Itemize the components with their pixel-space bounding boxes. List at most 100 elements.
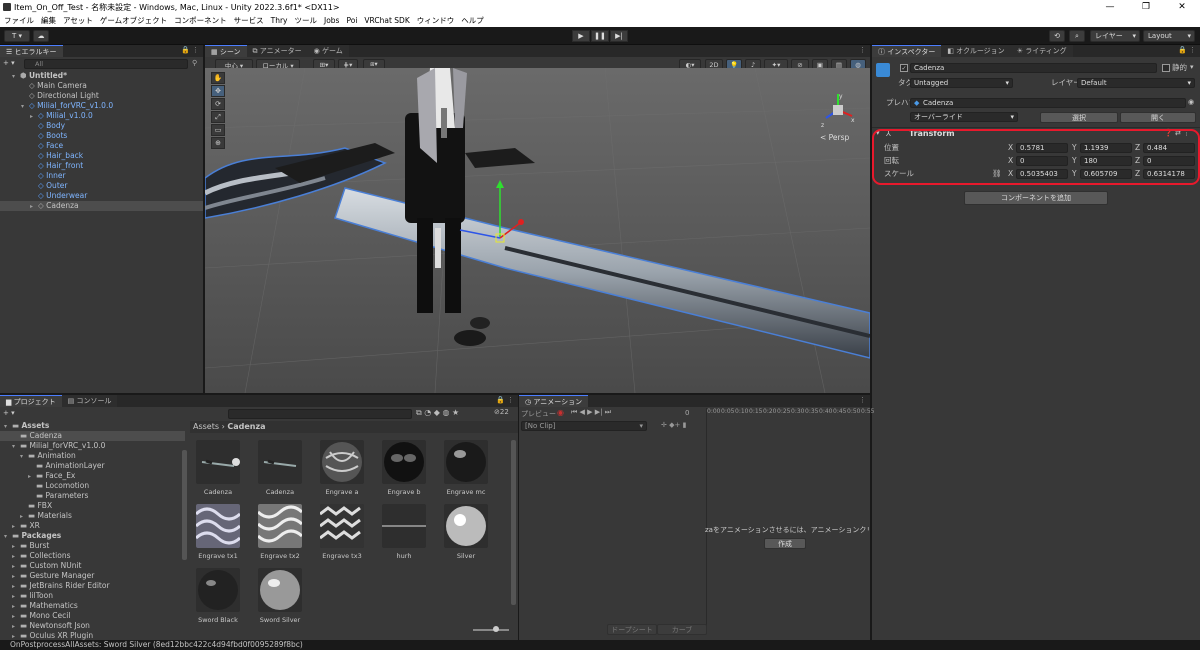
tab-console[interactable]: ▤ コンソール: [61, 395, 118, 407]
object-name-field[interactable]: Cadenza: [910, 63, 1157, 73]
project-tree-item[interactable]: ▾ ▬ Assets: [0, 421, 185, 431]
persp-label[interactable]: < Persp: [820, 133, 849, 142]
project-tree-item[interactable]: ▬ Parameters: [0, 491, 185, 501]
scene-viewport[interactable]: ✋ ✥ ⟳ ⤢ ▭ ⊕ y x z < Persp: [205, 68, 870, 393]
project-tree-item[interactable]: ▸ ▬ Face_Ex: [0, 471, 185, 481]
menu-item-12[interactable]: ヘルプ: [461, 15, 484, 26]
preview-toggle[interactable]: プレビュー: [521, 409, 556, 419]
hierarchy-item[interactable]: ◇ Main Camera: [0, 81, 203, 91]
menu-item-10[interactable]: VRChat SDK: [364, 16, 409, 25]
asset-item[interactable]: Engrave tx3: [314, 504, 370, 560]
hierarchy-item[interactable]: ◇ Inner: [0, 171, 203, 181]
tab-lighting[interactable]: ☀ ライティング: [1010, 45, 1073, 57]
hand-tool-button[interactable]: ✋: [211, 72, 225, 84]
project-tree-item[interactable]: ▸ ▬ Oculus XR Plugin: [0, 631, 185, 640]
asset-item[interactable]: Engrave tx2: [252, 504, 308, 560]
hidden-count[interactable]: ⊘22: [494, 408, 509, 416]
keyframe-buttons[interactable]: ✛ ◆+ ▮: [661, 421, 686, 429]
project-tree-item[interactable]: ▬ FBX: [0, 501, 185, 511]
prefab-target-icon[interactable]: ◉: [1188, 98, 1194, 106]
curves-tab[interactable]: カーブ: [657, 624, 707, 635]
project-tree-item[interactable]: ▸ ▬ lilToon: [0, 591, 185, 601]
tree-scrollbar[interactable]: [182, 450, 187, 560]
zoom-slider[interactable]: [473, 629, 509, 631]
menu-item-4[interactable]: コンポーネント: [174, 15, 227, 26]
hierarchy-add-button[interactable]: + ▾: [3, 59, 15, 67]
zoom-slider-handle[interactable]: [493, 626, 499, 632]
playback-controls[interactable]: ⏮ ◀ ▶ ▶| ⏭: [571, 408, 611, 417]
project-tree-item[interactable]: ▸ ▬ Materials: [0, 511, 185, 521]
search-icon[interactable]: ⌕: [1069, 30, 1085, 42]
hierarchy-item[interactable]: ◇ Directional Light: [0, 91, 203, 101]
close-button[interactable]: ✕: [1164, 0, 1200, 14]
hierarchy-item[interactable]: ◇ Body: [0, 121, 203, 131]
project-tree-item[interactable]: ▾ ▬ Animation: [0, 451, 185, 461]
asset-item[interactable]: hurh: [376, 504, 432, 560]
active-checkbox[interactable]: ✓: [900, 64, 908, 72]
record-button[interactable]: ◉: [557, 408, 564, 417]
panel-menu-icon[interactable]: 🔒 ⋮: [496, 396, 514, 404]
static-dropdown-icon[interactable]: ▾: [1190, 63, 1194, 71]
menu-item-11[interactable]: ウィンドウ: [417, 15, 455, 26]
project-tree-item[interactable]: ▸ ▬ Newtonsoft Json: [0, 621, 185, 631]
cloud-icon[interactable]: ☁: [33, 30, 49, 42]
menu-item-3[interactable]: ゲームオブジェクト: [100, 15, 167, 26]
hierarchy-item[interactable]: ▾ ◇ Milial_forVRC_v1.0.0: [0, 101, 203, 111]
project-tree-item[interactable]: ▬ AnimationLayer: [0, 461, 185, 471]
timeline-ruler[interactable]: 0:00 0:05 0:10 0:15 0:20 0:25 0:30 0:35 0:40 0:45…: [707, 408, 874, 418]
menu-item-0[interactable]: ファイル: [4, 15, 34, 26]
project-tree-item[interactable]: ▸ ▬ Mathematics: [0, 601, 185, 611]
project-tree-item[interactable]: ▸ ▬ XR: [0, 521, 185, 531]
override-dropdown[interactable]: オーバーライド ▾: [910, 112, 1018, 122]
tag-dropdown[interactable]: Untagged ▾: [910, 78, 1013, 88]
fold-arrow-icon[interactable]: ▸: [12, 632, 20, 640]
breadcrumb-leaf[interactable]: Cadenza: [227, 422, 265, 431]
tab-animation[interactable]: ◷ アニメーション: [519, 395, 589, 407]
tab-game[interactable]: ◉ ゲーム: [307, 45, 349, 57]
panel-menu-icon[interactable]: ⋮: [859, 46, 866, 54]
project-tree-item[interactable]: ▸ ▬ Mono Cecil: [0, 611, 185, 621]
menu-item-1[interactable]: 編集: [41, 15, 56, 26]
tab-hierarchy[interactable]: ☰ ヒエラルキー: [0, 45, 63, 57]
menu-item-2[interactable]: アセット: [63, 15, 93, 26]
add-component-button[interactable]: コンポーネントを追加: [964, 191, 1108, 205]
asset-scrollbar[interactable]: [511, 440, 516, 605]
project-tree-item[interactable]: ▸ ▬ Custom NUnit: [0, 561, 185, 571]
asset-item[interactable]: Silver: [438, 504, 494, 560]
tab-animator[interactable]: ⧉ アニメーター: [246, 45, 308, 57]
menu-item-9[interactable]: Poi: [346, 16, 357, 25]
static-checkbox[interactable]: [1162, 64, 1170, 72]
breadcrumb-root[interactable]: Assets: [193, 422, 219, 431]
hierarchy-item[interactable]: ◇ Face: [0, 141, 203, 151]
search-options-icon[interactable]: ⚲: [192, 59, 197, 67]
create-clip-button[interactable]: 作成: [764, 538, 806, 549]
panel-menu-icon[interactable]: ⋮: [859, 396, 866, 404]
hierarchy-item[interactable]: ◇ Boots: [0, 131, 203, 141]
hierarchy-item[interactable]: ▸ ◇ Milial_v1.0.0: [0, 111, 203, 121]
asset-item[interactable]: Sword Black: [190, 568, 246, 624]
hierarchy-search-input[interactable]: All: [24, 59, 188, 69]
fold-arrow-icon[interactable]: ▸: [30, 202, 38, 212]
asset-item[interactable]: Engrave mc: [438, 440, 494, 496]
tab-scene[interactable]: ▦ シーン: [205, 45, 247, 57]
hierarchy-item[interactable]: ◇ Hair_back: [0, 151, 203, 161]
play-button[interactable]: ▶: [572, 30, 590, 42]
asset-item[interactable]: Engrave a: [314, 440, 370, 496]
panel-menu-icon[interactable]: 🔒 ⋮: [1178, 46, 1196, 54]
asset-item[interactable]: Cadenza: [252, 440, 308, 496]
tab-inspector[interactable]: ⓘ インスペクター: [872, 45, 942, 57]
hierarchy-item[interactable]: ◇ Outer: [0, 181, 203, 191]
open-button[interactable]: 開く: [1120, 112, 1196, 123]
step-button[interactable]: ▶|: [610, 30, 628, 42]
asset-item[interactable]: Engrave b: [376, 440, 432, 496]
menu-item-7[interactable]: ツール: [295, 15, 318, 26]
menu-item-6[interactable]: Thry: [271, 16, 288, 25]
asset-item[interactable]: Engrave tx1: [190, 504, 246, 560]
clip-dropdown[interactable]: [No Clip] ▾: [521, 421, 647, 431]
layers-dropdown[interactable]: レイヤー ▾: [1090, 30, 1140, 42]
project-tree-item[interactable]: ▬ Cadenza: [0, 431, 185, 441]
panel-menu-icon[interactable]: 🔒 ⋮: [181, 46, 199, 54]
project-tree-item[interactable]: ▸ ▬ Gesture Manager: [0, 571, 185, 581]
menu-item-8[interactable]: Jobs: [324, 16, 339, 25]
scale-tool-button[interactable]: ⤢: [211, 111, 225, 123]
